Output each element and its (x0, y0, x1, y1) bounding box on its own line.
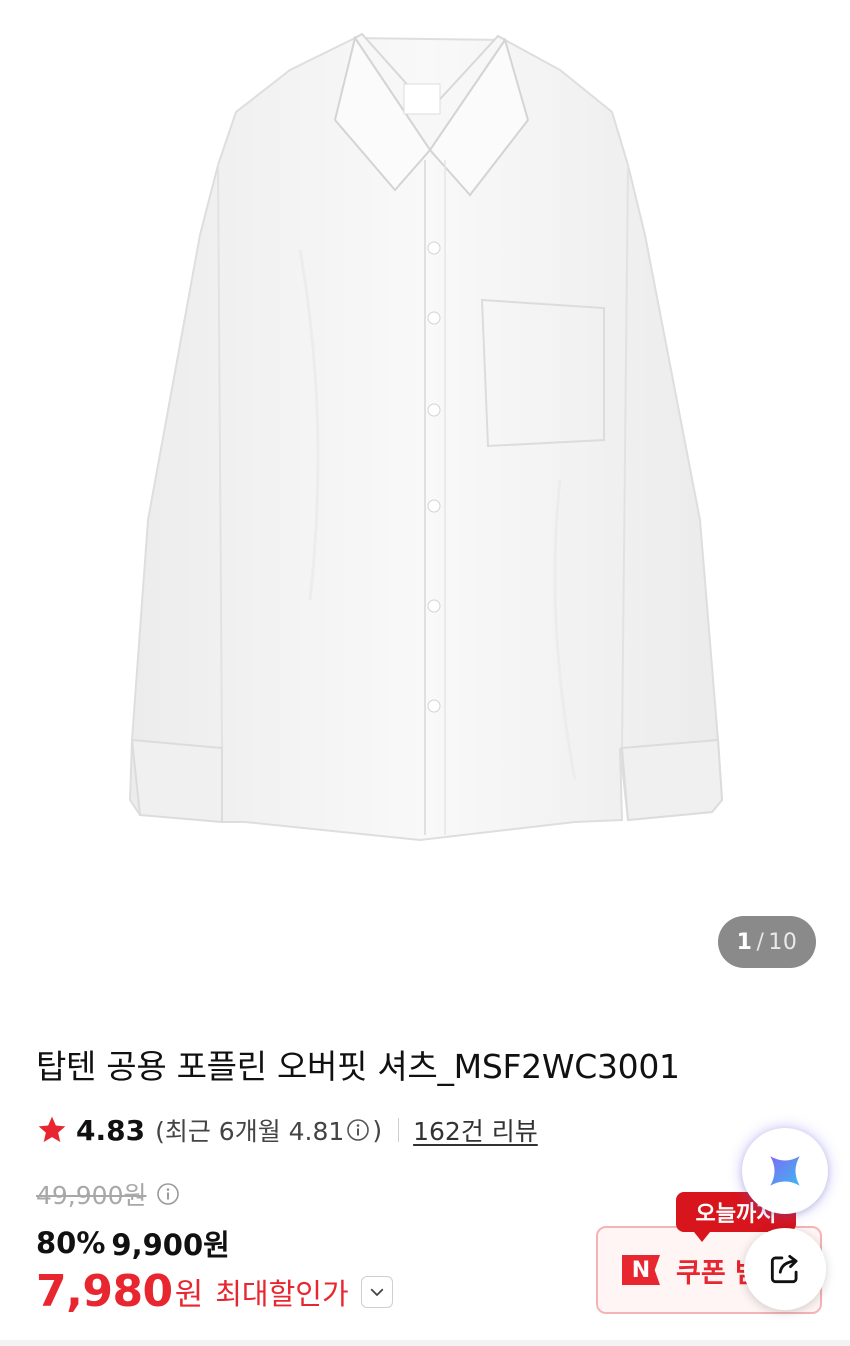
page-separator: / (756, 929, 765, 955)
share-button[interactable] (744, 1228, 826, 1310)
final-price-unit: 원 (174, 1277, 204, 1313)
final-price-row: 7,980 원 최대할인가 (36, 1266, 393, 1317)
divider (398, 1118, 400, 1142)
current-page: 1 (736, 929, 753, 955)
original-price: 49,900원 (36, 1181, 147, 1210)
image-page-counter: 1 / 10 (718, 916, 816, 968)
price-info-icon[interactable] (156, 1182, 180, 1206)
final-price-label: 최대할인가 (215, 1276, 349, 1311)
sale-price: 9,900원 (111, 1228, 230, 1262)
rating-score: 4.83 (76, 1113, 146, 1147)
ai-assistant-button[interactable] (742, 1128, 828, 1214)
discount-percent: 80% (36, 1226, 106, 1260)
section-divider (0, 1340, 850, 1346)
rating-row: 4.83 (최근 6개월 4.81 ) 162건 리뷰 (36, 1110, 538, 1150)
chevron-down-icon (370, 1288, 383, 1296)
sale-price-row: 80% 9,900원 (36, 1222, 230, 1264)
product-image-shirt[interactable] (0, 0, 850, 1000)
original-price-row: 49,900원 (36, 1176, 182, 1212)
recent-rating-close: ) (372, 1115, 383, 1145)
share-icon (770, 1254, 798, 1284)
product-image-gallery[interactable]: 1 / 10 (0, 0, 850, 1000)
reviews-link[interactable]: 162건 리뷰 (413, 1112, 538, 1148)
star-icon (38, 1116, 66, 1142)
naver-n-badge: N (622, 1255, 660, 1285)
total-pages: 10 (768, 929, 798, 955)
ai-sparkle-icon (770, 1156, 800, 1186)
final-price: 7,980 (36, 1266, 173, 1317)
recent-rating-text: (최근 6개월 4.81 (155, 1117, 345, 1146)
product-title: 탑텐 공용 포플린 오버핏 셔츠_MSF2WC3001 (36, 1047, 680, 1086)
price-detail-dropdown[interactable] (360, 1275, 393, 1308)
info-icon[interactable] (346, 1118, 370, 1142)
